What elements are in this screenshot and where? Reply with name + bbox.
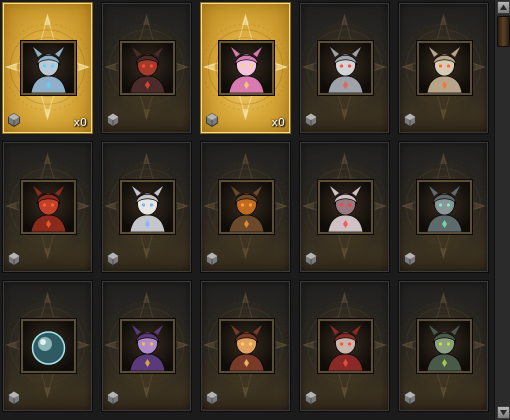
portrait-frame [21, 41, 76, 95]
arrow-up-icon [500, 4, 507, 10]
crystal-icon [107, 252, 119, 266]
portrait-frame [417, 319, 472, 373]
portrait-frame [417, 180, 472, 234]
flame-armored-beast-portrait [221, 182, 272, 232]
portrait-frame [21, 319, 76, 373]
white-haired-elf-portrait [122, 182, 173, 232]
portrait-frame [318, 41, 373, 95]
portrait-frame [120, 41, 175, 95]
portrait-frame [318, 319, 373, 373]
collection-card[interactable] [200, 141, 291, 273]
pink-winged-girl-portrait [221, 43, 272, 93]
collection-card[interactable] [299, 2, 390, 134]
card-count: x0 [73, 116, 87, 129]
collection-card[interactable] [2, 141, 93, 273]
stone-golem-portrait [419, 182, 470, 232]
crystal-icon [8, 113, 20, 127]
collection-card[interactable] [2, 280, 93, 412]
collection-card[interactable] [299, 280, 390, 412]
silver-haired-wraith-portrait [320, 43, 371, 93]
scroll-up-button[interactable] [497, 1, 510, 14]
collection-card[interactable]: x0 [2, 2, 93, 134]
crystal-icon [8, 391, 20, 405]
card-count: x0 [271, 116, 285, 129]
crystal-icon [305, 391, 317, 405]
red-haired-succubus-portrait [320, 321, 371, 371]
crystal-icon [404, 252, 416, 266]
masked-warrior-portrait [221, 321, 272, 371]
crystal-icon [404, 391, 416, 405]
collection-card[interactable] [398, 2, 489, 134]
collection-card[interactable] [101, 141, 192, 273]
collection-card[interactable]: x0 [200, 2, 291, 134]
dark-horned-demon-portrait [122, 43, 173, 93]
crystal-icon [305, 113, 317, 127]
crystal-icon [206, 391, 218, 405]
crystal-icon [206, 252, 218, 266]
portrait-frame [219, 41, 274, 95]
arrow-down-icon [500, 410, 507, 416]
red-demon-portrait [23, 182, 74, 232]
scroll-thumb[interactable] [497, 16, 510, 47]
portrait-frame [120, 180, 175, 234]
crystal-icon [206, 113, 218, 127]
portrait-frame [219, 319, 274, 373]
portrait-frame [219, 180, 274, 234]
portrait-frame [318, 180, 373, 234]
scroll-down-button[interactable] [497, 406, 510, 419]
collection-card[interactable] [101, 280, 192, 412]
collection-card[interactable] [299, 141, 390, 273]
collection-card[interactable] [200, 280, 291, 412]
crystal-icon [404, 113, 416, 127]
vertical-scrollbar[interactable] [494, 0, 510, 420]
glowing-orb-portrait [23, 321, 74, 371]
bone-spider-portrait [419, 43, 470, 93]
portrait-frame [120, 319, 175, 373]
collection-card[interactable] [398, 280, 489, 412]
portrait-frame [21, 180, 76, 234]
scaled-lizard-portrait [419, 321, 470, 371]
crystal-icon [107, 113, 119, 127]
crystal-icon [305, 252, 317, 266]
portrait-frame [417, 41, 472, 95]
crystal-icon [107, 391, 119, 405]
silver-knight-portrait [23, 43, 74, 93]
card-grid: x0 x0 [2, 2, 489, 412]
purple-witch-portrait [122, 321, 173, 371]
pale-spider-woman-portrait [320, 182, 371, 232]
collection-card[interactable] [101, 2, 192, 134]
crystal-icon [8, 252, 20, 266]
card-collection-panel: x0 x0 [0, 0, 494, 420]
collection-card[interactable] [398, 141, 489, 273]
